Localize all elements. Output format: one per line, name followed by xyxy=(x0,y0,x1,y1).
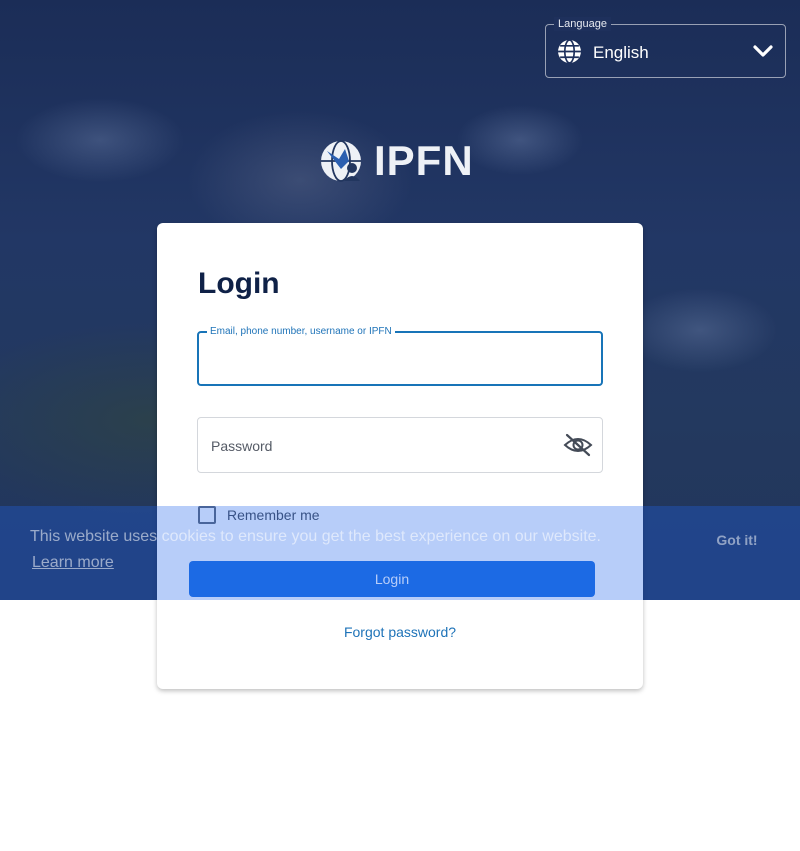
chevron-down-icon xyxy=(753,45,773,57)
cookie-accept-button[interactable]: Got it! xyxy=(715,528,759,552)
password-field[interactable] xyxy=(197,417,603,473)
ipfn-logo-icon xyxy=(321,140,361,182)
language-select[interactable]: Language English xyxy=(545,17,786,78)
globe-icon xyxy=(558,39,581,64)
brand-name: IPFN xyxy=(374,137,474,184)
cookie-message: This website uses cookies to ensure you … xyxy=(30,528,601,545)
eye-off-icon[interactable] xyxy=(563,432,593,458)
brand-logo: IPFN xyxy=(319,138,474,184)
email-field-label: Email, phone number, username or IPFN xyxy=(207,325,395,338)
email-field[interactable]: Email, phone number, username or IPFN xyxy=(197,325,603,386)
login-card: Login Email, phone number, username or I… xyxy=(157,223,643,689)
login-title: Login xyxy=(198,267,280,300)
language-legend: Language xyxy=(554,17,611,31)
forgot-password-link[interactable]: Forgot password? xyxy=(157,624,643,640)
cookie-banner: This website uses cookies to ensure you … xyxy=(0,506,800,600)
cookie-learn-more-link[interactable]: Learn more xyxy=(32,554,114,572)
email-input[interactable] xyxy=(209,345,593,373)
language-value: English xyxy=(593,43,649,62)
password-input[interactable] xyxy=(209,433,553,459)
